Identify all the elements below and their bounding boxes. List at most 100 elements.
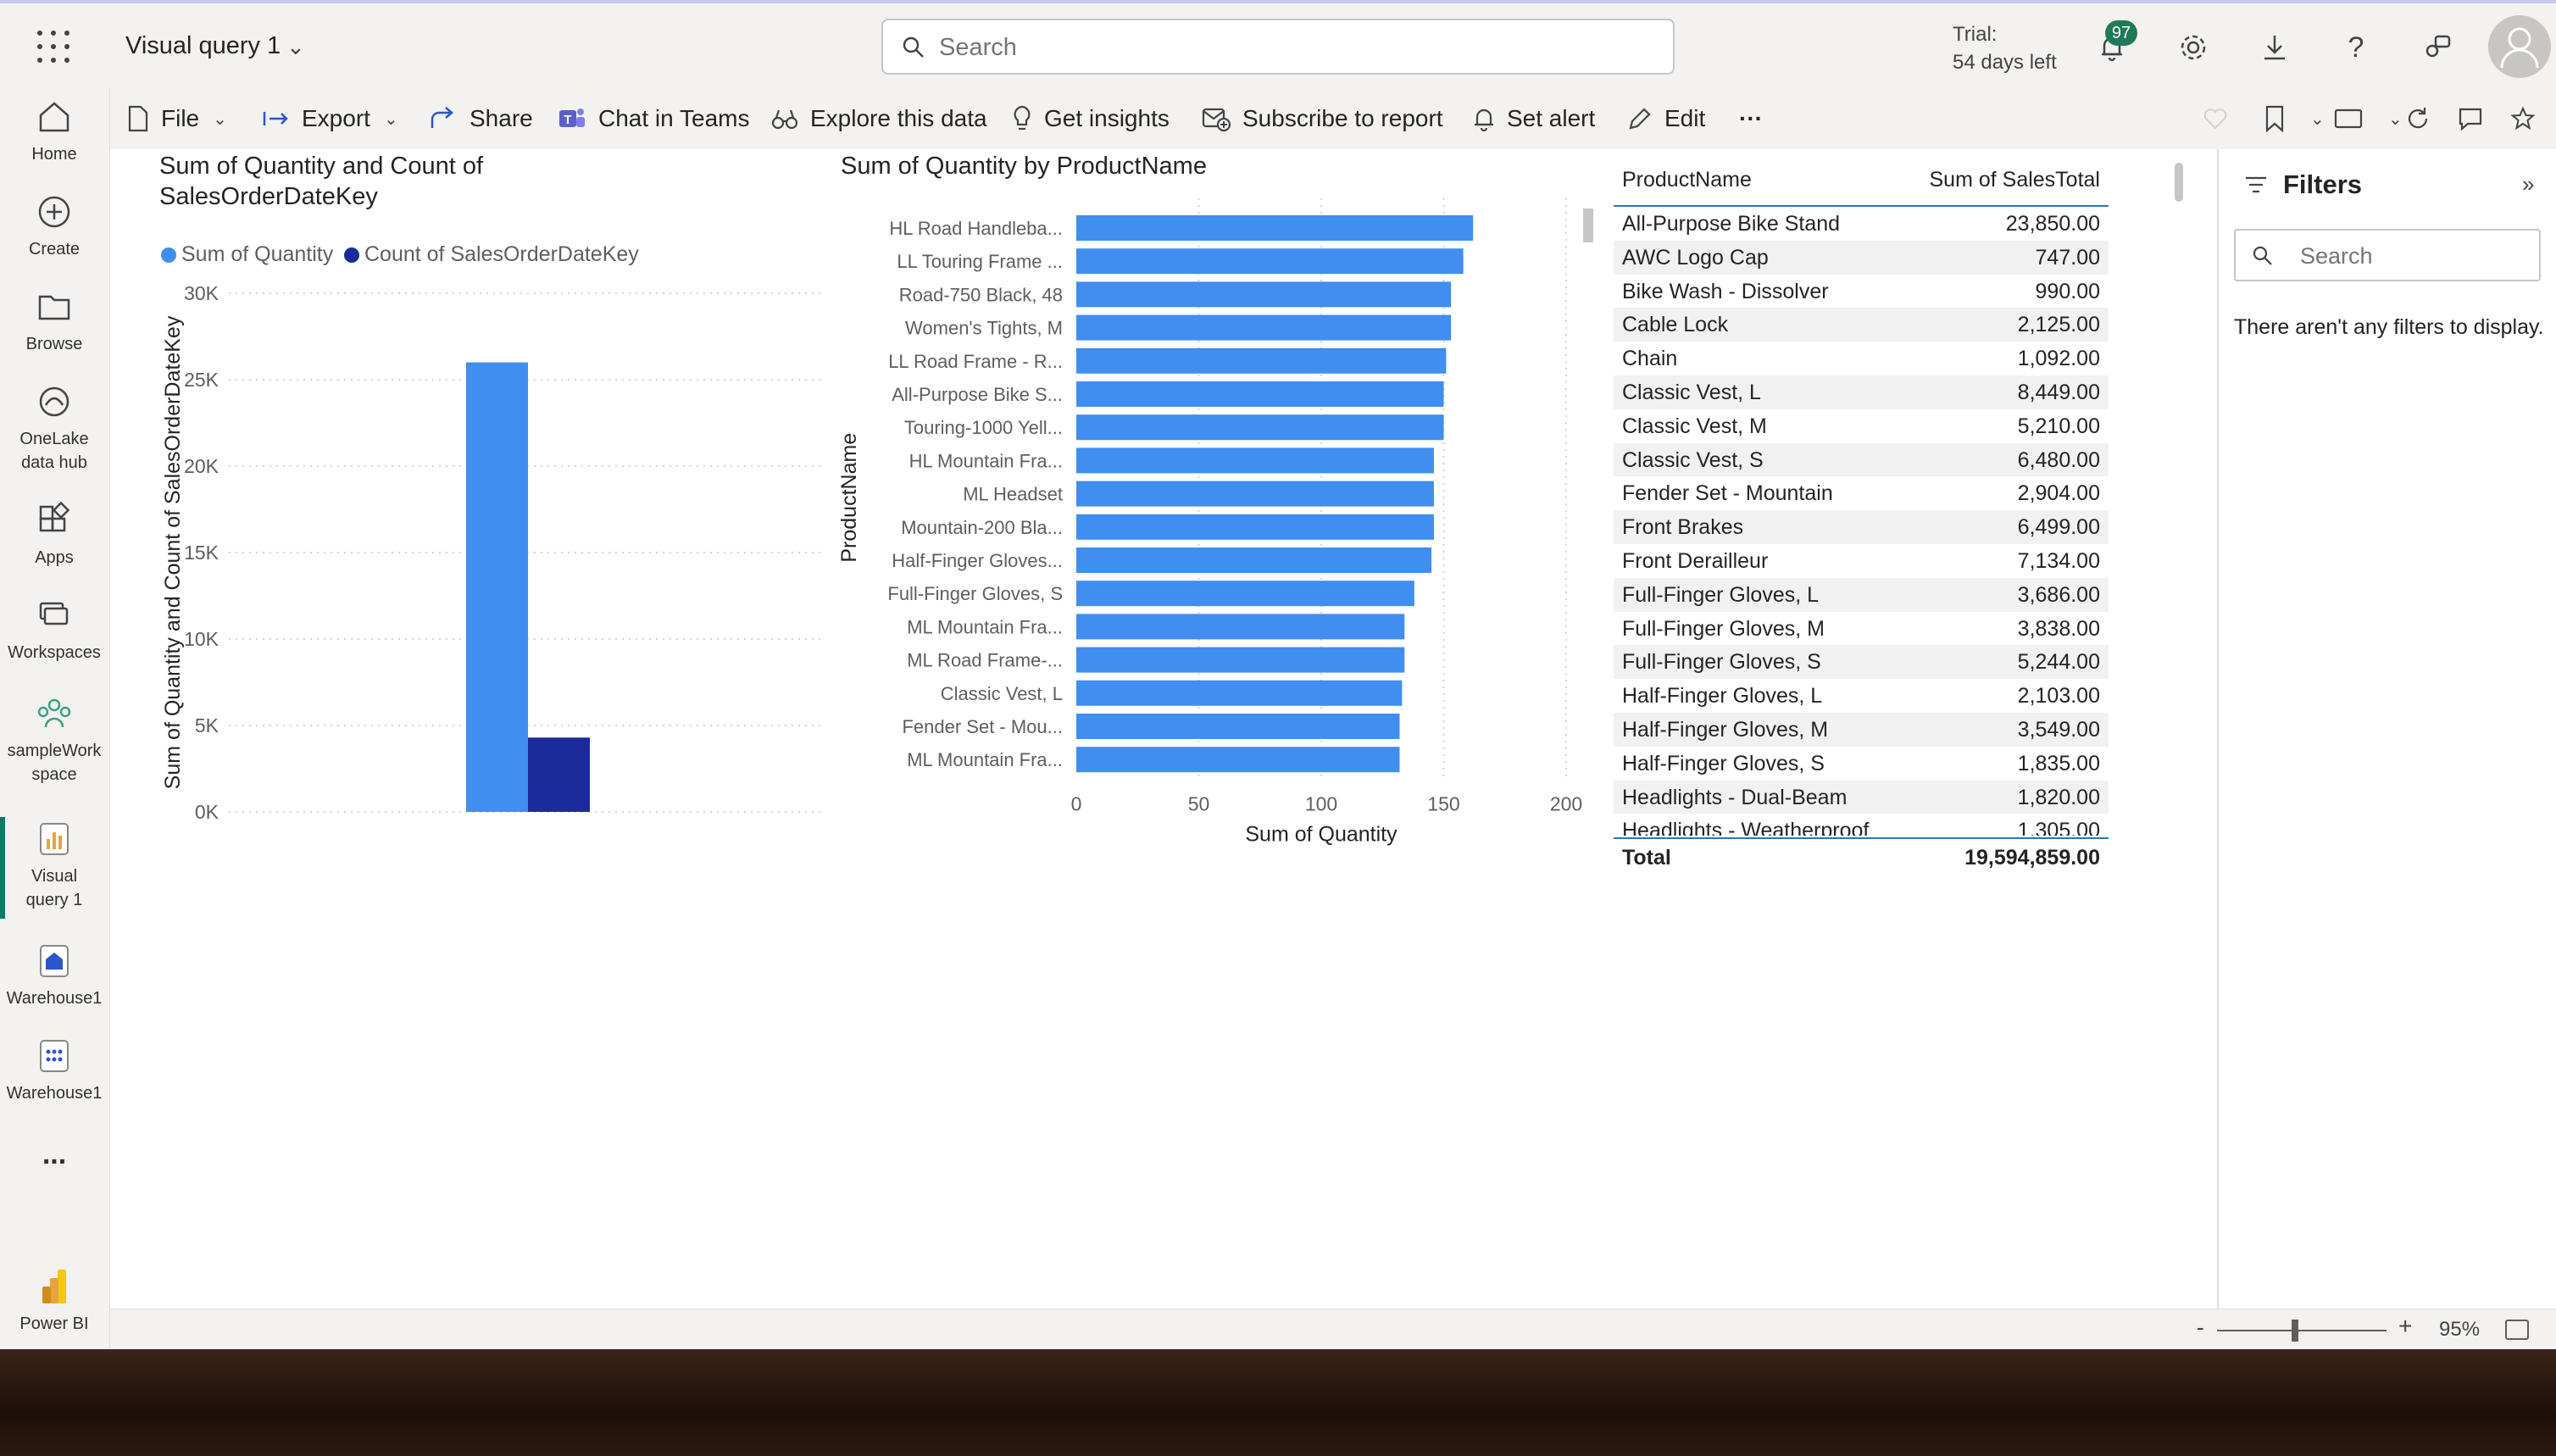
chat-label: Chat in Teams [598,105,750,131]
export-icon [263,112,288,125]
pencil-icon [1629,108,1651,130]
table-row[interactable]: Fender Set - Mountain 2,904.00 [1614,476,2109,511]
product-bar [1076,481,1434,507]
nav-apps[interactable]: Apps [0,500,108,570]
nav-label: Power BI [19,1314,89,1333]
table-row[interactable]: Full-Finger Gloves, L 3,686.00 [1614,577,2109,612]
account-avatar[interactable] [2488,15,2551,78]
filters-empty-message: There aren't any filters to display. [2234,315,2544,339]
table-row[interactable]: Classic Vest, M 5,210.00 [1614,408,2109,443]
product-bar [1076,747,1400,773]
table-row[interactable]: All-Purpose Bike Stand 23,850.00 [1614,207,2109,241]
comments-button[interactable] [2458,103,2495,134]
cell-sum-salestotal: 1,820.00 [2017,785,2100,809]
cell-productname: Full-Finger Gloves, M [1622,616,1825,641]
nav-sample-workspace[interactable]: sampleWork space [0,693,108,786]
file-menu-button[interactable]: File ⌄ [127,103,227,134]
nav-more-button[interactable]: ... [0,1140,108,1169]
item-title[interactable]: Visual query 1 [125,32,281,60]
table-row[interactable]: Full-Finger Gloves, S 5,244.00 [1614,645,2109,680]
zoom-in-button[interactable]: + [2398,1313,2412,1340]
nav-warehouse-2[interactable]: Warehouse1 [0,1036,108,1105]
subscribe-button[interactable]: Subscribe to report [1202,103,1443,134]
trial-status[interactable]: Trial: 54 days left [1953,20,2057,76]
view-options-button[interactable]: ⌄ [2290,103,2403,134]
edit-button[interactable]: Edit [1627,103,1705,134]
table-row[interactable]: Classic Vest, L 8,449.00 [1614,375,2109,409]
table-row[interactable]: Chain 1,092.00 [1614,342,2109,376]
column-header-sum-salestotal[interactable]: Sum of SalesTotal [1930,168,2101,192]
export-menu-button[interactable]: Export ⌄ [261,103,398,134]
y-tick-label: 0K [195,801,219,823]
table-row[interactable]: Half-Finger Gloves, S 1,835.00 [1614,746,2109,781]
table-row[interactable]: Half-Finger Gloves, L 2,103.00 [1614,679,2109,714]
filters-search-input[interactable] [2300,242,2529,270]
zoom-slider[interactable] [2217,1330,2387,1331]
cell-productname: Classic Vest, L [1622,381,1761,404]
nav-browse[interactable]: Browse [0,286,108,356]
share-button[interactable]: Share [429,103,533,134]
nav-label: Create [28,240,81,258]
product-bar [1076,414,1444,441]
product-bar [1076,581,1414,607]
settings-button[interactable] [2175,29,2212,66]
collapse-filters-button[interactable]: » [2522,171,2534,197]
legend-count-sales-order[interactable]: Count of SalesOrderDateKey [344,242,639,267]
fit-to-page-icon[interactable] [2505,1320,2529,1340]
set-alert-button[interactable]: Set alert [1473,103,1595,134]
table-row[interactable]: Half-Finger Gloves, M 3,549.00 [1614,713,2109,747]
table-row[interactable]: Cable Lock 2,125.00 [1614,308,2109,342]
table-row[interactable]: Front Derailleur 7,134.00 [1614,544,2109,578]
cell-productname: Classic Vest, M [1622,414,1767,438]
favorite-button[interactable] [2203,103,2239,134]
explore-data-button[interactable]: Explore this data [771,103,987,134]
plus-circle-icon [38,196,70,228]
get-insights-button[interactable]: Get insights [1012,103,1170,134]
cell-sum-salestotal: 1,835.00 [2017,751,2100,775]
nav-label: Browse [25,335,83,353]
table-row[interactable]: Headlights - Weatherproof 1,305.00 [1614,814,2109,836]
nav-home[interactable]: Home [0,97,108,166]
bell-icon [1475,108,1493,131]
download-button[interactable] [2256,29,2293,66]
bar-chart[interactable]: 0 50 100 150 200 HL Road Handleba... LL Tourin… [831,195,1593,856]
nav-warehouse-1[interactable]: Warehouse1 [0,941,108,1010]
app-launcher-icon[interactable] [37,31,71,64]
zoom-slider-thumb[interactable] [2292,1320,2298,1342]
table-row[interactable]: Bike Wash - Dissolver 990.00 [1614,274,2109,308]
feedback-button[interactable] [2419,29,2456,66]
more-options-button[interactable]: ··· [1739,103,1763,134]
chevron-down-icon: ⌄ [213,109,227,129]
refresh-button[interactable] [2405,103,2442,134]
zoom-out-button[interactable]: - [2197,1314,2204,1341]
heart-icon [2203,108,2227,130]
category-label: ML Headset [963,484,1063,505]
cell-productname: Front Derailleur [1622,549,1769,573]
table-scrollbar[interactable] [2175,163,2183,202]
table-row[interactable]: Full-Finger Gloves, M 3,838.00 [1614,611,2109,646]
column-chart[interactable]: 0K 5K 10K 15K 20K 25K 30K Sum of Quantity and C… [153,271,831,831]
table-row[interactable]: Headlights - Dual-Beam 1,820.00 [1614,780,2109,814]
table-row[interactable]: Classic Vest, S 6,480.00 [1614,442,2109,477]
chart-scrollbar[interactable] [1583,208,1593,242]
help-button[interactable]: ? [2337,29,2375,66]
nav-create[interactable]: Create [0,192,108,261]
chevron-down-icon[interactable]: ⌄ [286,34,305,60]
cell-sum-salestotal: 747.00 [2035,245,2100,270]
table-row[interactable]: AWC Logo Cap 747.00 [1614,240,2109,275]
search-input[interactable] [939,32,1634,63]
global-search[interactable] [881,19,1675,75]
share-label: Share [470,105,533,131]
nav-onelake[interactable]: OneLake data hub [0,381,108,475]
column-header-productname[interactable]: ProductName [1622,168,1752,192]
nav-workspaces[interactable]: Workspaces [0,595,108,664]
table-row[interactable]: Front Brakes 6,499.00 [1614,510,2109,545]
cell-productname: Front Brakes [1622,515,1744,540]
chat-in-teams-button[interactable]: T Chat in Teams [558,103,749,134]
nav-power-bi[interactable]: Power BI [0,1266,108,1336]
nav-visual-query[interactable]: Visual query 1 [0,819,108,912]
filters-search[interactable] [2234,229,2541,281]
legend-sum-of-quantity[interactable]: Sum of Quantity [161,242,333,267]
favorite-star-button[interactable] [2510,103,2548,134]
export-label: Export [302,105,370,131]
